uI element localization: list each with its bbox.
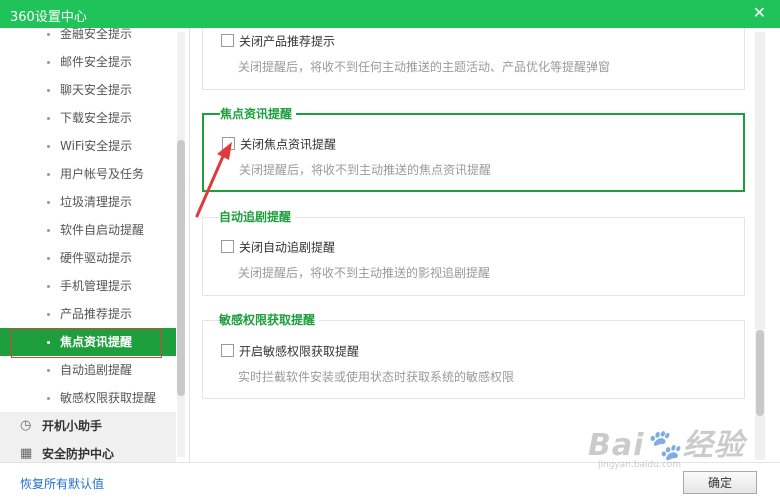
checkbox[interactable] bbox=[221, 240, 234, 253]
sidebar-item-focus-news[interactable]: 焦点资讯提醒 bbox=[0, 328, 176, 356]
sidebar-item-drama[interactable]: 自动追剧提醒 bbox=[0, 356, 176, 384]
option-description: 关闭提醒后，将收不到任何主动推送的主题活动、产品优化等提醒弹窗 bbox=[238, 60, 611, 74]
sidebar-item-account[interactable]: 用户帐号及任务 bbox=[0, 160, 176, 188]
confirm-button[interactable]: 确定 bbox=[683, 471, 757, 494]
sidebar-scrollbar[interactable] bbox=[177, 32, 185, 457]
sidebar-item-chat[interactable]: 聊天安全提示 bbox=[0, 76, 176, 104]
main-content: 关闭产品推荐提示 关闭提醒后，将收不到任何主动推送的主题活动、产品优化等提醒弹窗… bbox=[190, 28, 780, 462]
restore-defaults-link[interactable]: 恢复所有默认值 bbox=[20, 475, 104, 492]
sidebar-item-permission[interactable]: 敏感权限获取提醒 bbox=[0, 384, 176, 412]
content-scrollbar[interactable] bbox=[755, 32, 765, 460]
sidebar-item-phone[interactable]: 手机管理提示 bbox=[0, 272, 176, 300]
section-legend: 焦点资讯提醒 bbox=[220, 107, 297, 121]
sidebar-list: 金融安全提示 邮件安全提示 聊天安全提示 下载安全提示 WiFi安全提示 用户帐… bbox=[0, 28, 176, 462]
option-description: 实时拦截软件安装或使用状态时获取系统的敏感权限 bbox=[238, 370, 515, 384]
checkbox[interactable] bbox=[221, 344, 234, 357]
section-legend: 敏感权限获取提醒 bbox=[219, 313, 320, 327]
sidebar-group-security-center[interactable]: ▦ 安全防护中心 bbox=[0, 440, 176, 462]
option-close-focus-news[interactable]: 关闭焦点资讯提醒 bbox=[222, 136, 336, 152]
section-legend: 自动追剧提醒 bbox=[219, 210, 296, 224]
content-scroll-thumb[interactable] bbox=[756, 330, 764, 416]
sidebar-group-label: 安全防护中心 bbox=[42, 447, 115, 461]
option-enable-sensitive-permission[interactable]: 开启敏感权限获取提醒 bbox=[221, 343, 359, 359]
option-description: 关闭提醒后，将收不到主动推送的影视追剧提醒 bbox=[238, 266, 491, 280]
sidebar-item-finance[interactable]: 金融安全提示 bbox=[0, 28, 176, 48]
sidebar-item-mail[interactable]: 邮件安全提示 bbox=[0, 48, 176, 76]
sidebar-item-wifi[interactable]: WiFi安全提示 bbox=[0, 132, 176, 160]
section-sensitive-permission: 敏感权限获取提醒 开启敏感权限获取提醒 实时拦截软件安装或使用状态时获取系统的敏… bbox=[202, 313, 745, 399]
sidebar-group-label: 开机小助手 bbox=[42, 419, 103, 433]
section-auto-drama: 自动追剧提醒 关闭自动追剧提醒 关闭提醒后，将收不到主动推送的影视追剧提醒 bbox=[202, 210, 745, 296]
option-close-auto-drama[interactable]: 关闭自动追剧提醒 bbox=[221, 239, 335, 255]
sidebar-item-driver[interactable]: 硬件驱动提示 bbox=[0, 244, 176, 272]
sidebar-item-download[interactable]: 下载安全提示 bbox=[0, 104, 176, 132]
footer-bar: 恢复所有默认值 确定 bbox=[0, 462, 780, 500]
clock-icon: ◷ bbox=[20, 418, 32, 433]
sidebar-item-product[interactable]: 产品推荐提示 bbox=[0, 300, 176, 328]
checkbox[interactable] bbox=[222, 137, 235, 150]
option-close-product-recommend[interactable]: 关闭产品推荐提示 bbox=[221, 33, 335, 49]
grid-icon: ▦ bbox=[20, 446, 33, 461]
checkbox[interactable] bbox=[221, 34, 234, 47]
window-title: 360设置中心 bbox=[10, 10, 87, 25]
sidebar-scroll-thumb[interactable] bbox=[177, 140, 185, 396]
sidebar-group-boot-assistant[interactable]: ◷ 开机小助手 bbox=[0, 412, 176, 440]
sidebar: 金融安全提示 邮件安全提示 聊天安全提示 下载安全提示 WiFi安全提示 用户帐… bbox=[0, 28, 190, 462]
title-bar: 360设置中心 ✕ bbox=[0, 0, 780, 28]
section-product-recommend: 关闭产品推荐提示 关闭提醒后，将收不到任何主动推送的主题活动、产品优化等提醒弹窗 bbox=[202, 28, 745, 90]
sidebar-item-autostart[interactable]: 软件自启动提醒 bbox=[0, 216, 176, 244]
option-description: 关闭提醒后，将收不到主动推送的焦点资讯提醒 bbox=[239, 163, 492, 177]
section-focus-news: 焦点资讯提醒 关闭焦点资讯提醒 关闭提醒后，将收不到主动推送的焦点资讯提醒 bbox=[202, 107, 745, 192]
sidebar-item-cleanup[interactable]: 垃圾清理提示 bbox=[0, 188, 176, 216]
close-icon[interactable]: ✕ bbox=[753, 4, 766, 22]
